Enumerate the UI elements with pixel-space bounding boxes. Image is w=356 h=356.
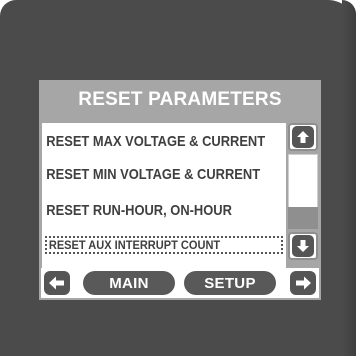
list-item-label: RESET MIN VOLTAGE & CURRENT (46, 166, 261, 183)
list-item-reset-aux-selected[interactable]: RESET AUX INTERRUPT COUNT (45, 236, 283, 254)
list-item-label: RESET MAX VOLTAGE & CURRENT (46, 133, 266, 150)
arrow-left-icon (49, 276, 64, 290)
scroll-down-button[interactable] (288, 232, 318, 260)
nav-right-button[interactable] (290, 271, 316, 295)
nav-left-button[interactable] (44, 271, 70, 295)
list-item-label: RESET RUN-HOUR, ON-HOUR (46, 202, 232, 219)
list-item-reset-max[interactable]: RESET MAX VOLTAGE & CURRENT (42, 133, 286, 157)
scrollbar-thumb[interactable] (288, 207, 318, 229)
list-item-label: RESET AUX INTERRUPT COUNT (48, 238, 221, 252)
main-button[interactable]: MAIN (83, 271, 175, 295)
list-item-reset-run-hour[interactable]: RESET RUN-HOUR, ON-HOUR (42, 202, 286, 226)
arrow-down-icon (292, 235, 314, 257)
bezel-edge (342, 0, 356, 356)
setup-button[interactable]: SETUP (184, 271, 276, 295)
scroll-up-button[interactable] (288, 123, 318, 151)
list-item-reset-min[interactable]: RESET MIN VOLTAGE & CURRENT (42, 166, 286, 190)
lcd-screen: RESET PARAMETERS RESET MAX VOLTAGE & CUR… (39, 80, 321, 300)
arrow-up-icon (292, 126, 314, 148)
page-title: RESET PARAMETERS (78, 89, 282, 110)
arrow-right-icon (296, 276, 311, 290)
bottom-nav-bar: MAIN SETUP (41, 268, 319, 298)
